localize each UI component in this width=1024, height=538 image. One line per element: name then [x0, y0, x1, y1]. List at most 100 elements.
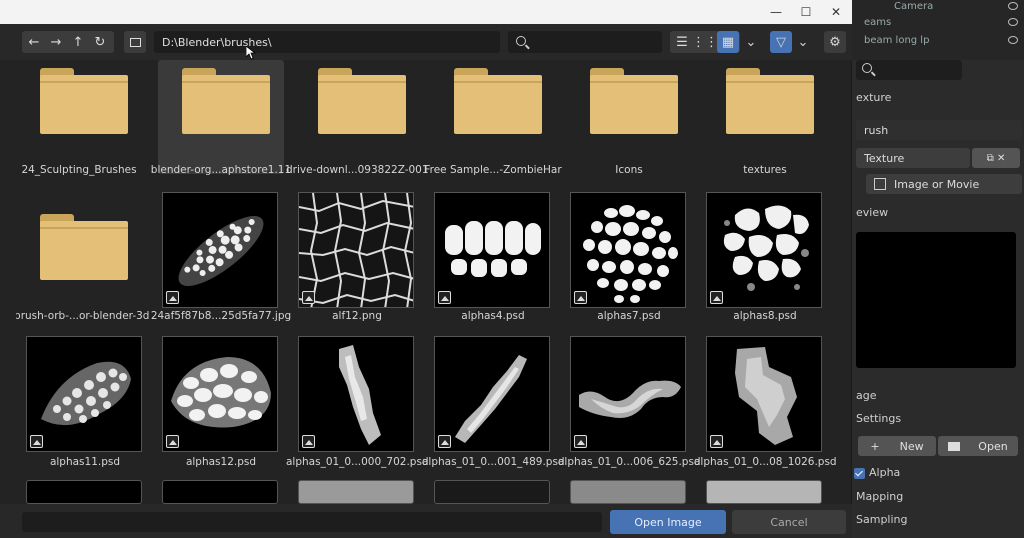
folder-item[interactable]: drive-downl...093822Z-001	[286, 60, 428, 186]
image-item[interactable]: alphas11.psd	[22, 332, 148, 468]
outliner-row[interactable]: beam long lp	[864, 32, 1018, 48]
image-item[interactable]: 24af5f87b8...25d5fa77.jpg	[151, 188, 291, 322]
vertical-list-icon[interactable]: ☰	[671, 31, 693, 53]
image-thumbnail	[434, 192, 550, 308]
folder-icon	[182, 68, 270, 134]
outliner-background: Camera eams beam long lp	[852, 0, 1024, 60]
outliner-row[interactable]: eams	[864, 14, 1018, 30]
maximize-button[interactable]: ☐	[792, 2, 820, 22]
bottom-bar: Open Image Cancel	[0, 504, 852, 538]
image-item[interactable]: alphas7.psd	[566, 188, 692, 322]
brush-field[interactable]: rush	[856, 120, 1022, 140]
image-item[interactable]: alphas_01_0...08_1026.psd	[694, 332, 836, 468]
image-panel-header[interactable]: age	[856, 389, 877, 402]
folder-item[interactable]: textures	[702, 60, 828, 186]
texture-panel-header[interactable]: exture	[856, 91, 891, 104]
plus-icon: +	[870, 439, 880, 453]
cancel-button[interactable]: Cancel	[732, 510, 846, 534]
folder-item[interactable]: zbrush-orb-...or-blender-3d	[16, 206, 149, 332]
image-file-icon	[574, 435, 587, 448]
properties-search-input[interactable]	[856, 60, 962, 80]
image-file-icon	[166, 435, 179, 448]
filter-toggle-button[interactable]: ▽	[770, 31, 792, 53]
outliner-row[interactable]: Camera	[864, 0, 1018, 14]
new-image-button[interactable]: + New	[858, 436, 936, 456]
image-item[interactable]: alphas_01_0...006_625.psd	[558, 332, 700, 468]
open-image-button[interactable]: Open	[938, 436, 1018, 456]
image-thumbnail	[706, 336, 822, 452]
gear-icon: ⚙	[829, 34, 841, 50]
image-item[interactable]: alphas12.psd	[158, 332, 284, 468]
folder-item[interactable]: Free Sample...-ZombieHar	[424, 60, 562, 186]
settings-panel-header[interactable]: Settings	[856, 412, 901, 425]
parent-directory-icon[interactable]: ↑	[67, 31, 89, 53]
file-browser-dialog: — ☐ ✕ ← → ↑ ↻ D:\Blender\brushes\ ☰ ⋮⋮ ▦…	[0, 0, 852, 538]
open-image-button[interactable]: Open Image	[610, 510, 726, 534]
filter-search-input[interactable]	[508, 31, 662, 53]
image-item[interactable]	[706, 480, 822, 504]
copy-icon[interactable]: ⧉ ✕	[987, 153, 1006, 164]
image-item[interactable]: alf12.png	[294, 188, 420, 322]
filter-icon: ▽	[776, 34, 786, 50]
image-thumbnail	[162, 192, 278, 308]
new-folder-icon	[129, 37, 141, 47]
item-label: alphas_01_0...001_489.psd	[422, 456, 564, 468]
alpha-checkbox[interactable]	[854, 468, 865, 479]
texture-name-field[interactable]: Texture	[856, 148, 970, 168]
item-label: alphas7.psd	[597, 310, 661, 322]
close-button[interactable]: ✕	[822, 2, 850, 22]
new-directory-button[interactable]	[124, 31, 146, 53]
image-item[interactable]	[434, 480, 550, 504]
eye-icon[interactable]	[1008, 18, 1018, 26]
item-label: Icons	[615, 164, 643, 176]
image-item[interactable]	[570, 480, 686, 504]
sampling-panel-header[interactable]: Sampling	[856, 513, 908, 526]
image-item[interactable]	[162, 480, 278, 504]
image-item[interactable]: alphas_01_0...001_489.psd	[422, 332, 564, 468]
image-thumbnail	[162, 336, 278, 452]
item-label: 24_Sculpting_Brushes	[21, 164, 137, 176]
item-label: alphas12.psd	[185, 456, 257, 468]
image-item[interactable]	[298, 480, 414, 504]
item-label: 24af5f87b8...25d5fa77.jpg	[150, 310, 292, 322]
texture-actions[interactable]: ⧉ ✕	[972, 148, 1020, 168]
back-icon[interactable]: ←	[23, 31, 45, 53]
folder-item[interactable]: Icons	[566, 60, 692, 186]
folder-item[interactable]: 24_Sculpting_Brushes	[16, 60, 142, 186]
mapping-panel-header[interactable]: Mapping	[856, 490, 903, 503]
preview-panel-header[interactable]: eview	[856, 206, 888, 219]
image-type-label: Image or Movie	[894, 177, 980, 191]
chevron-down-icon: ⌄	[797, 34, 809, 50]
display-mode-buttons: ☰ ⋮⋮ ▦	[670, 31, 740, 53]
chevron-down-icon: ⌄	[745, 34, 757, 50]
filter-settings-dropdown[interactable]: ⌄	[793, 31, 813, 53]
display-settings-dropdown[interactable]: ⌄	[740, 31, 762, 53]
image-item[interactable]: alphas_01_0...000_702.psd	[286, 332, 428, 468]
settings-button[interactable]: ⚙	[824, 31, 846, 53]
image-type-dropdown[interactable]: Image or Movie	[866, 174, 1022, 194]
image-file-icon	[166, 291, 179, 304]
image-thumbnail	[706, 192, 822, 308]
folder-icon	[590, 68, 678, 134]
image-item[interactable]: alphas8.psd	[702, 188, 828, 322]
open-image-label: Open Image	[634, 515, 702, 529]
minimize-button[interactable]: —	[762, 2, 790, 22]
horizontal-list-icon[interactable]: ⋮⋮	[692, 31, 718, 53]
image-thumbnail	[434, 336, 550, 452]
image-file-icon	[710, 291, 723, 304]
refresh-icon[interactable]: ↻	[89, 31, 111, 53]
folder-item[interactable]: blender-org...aphstore1.11	[151, 60, 291, 176]
eye-icon[interactable]	[1008, 36, 1018, 44]
image-item[interactable]: alphas4.psd	[430, 188, 556, 322]
forward-icon[interactable]: →	[45, 31, 67, 53]
outliner-row-label: Camera	[894, 0, 934, 12]
image-item[interactable]	[26, 480, 142, 504]
eye-icon[interactable]	[1008, 2, 1018, 10]
image-file-icon	[302, 291, 315, 304]
image-file-icon	[438, 435, 451, 448]
image-file-icon	[438, 291, 451, 304]
thumbnails-icon[interactable]: ▦	[717, 31, 739, 53]
directory-path-input[interactable]: D:\Blender\brushes\	[154, 31, 500, 53]
image-thumbnail	[26, 336, 142, 452]
filename-input[interactable]	[22, 512, 602, 532]
